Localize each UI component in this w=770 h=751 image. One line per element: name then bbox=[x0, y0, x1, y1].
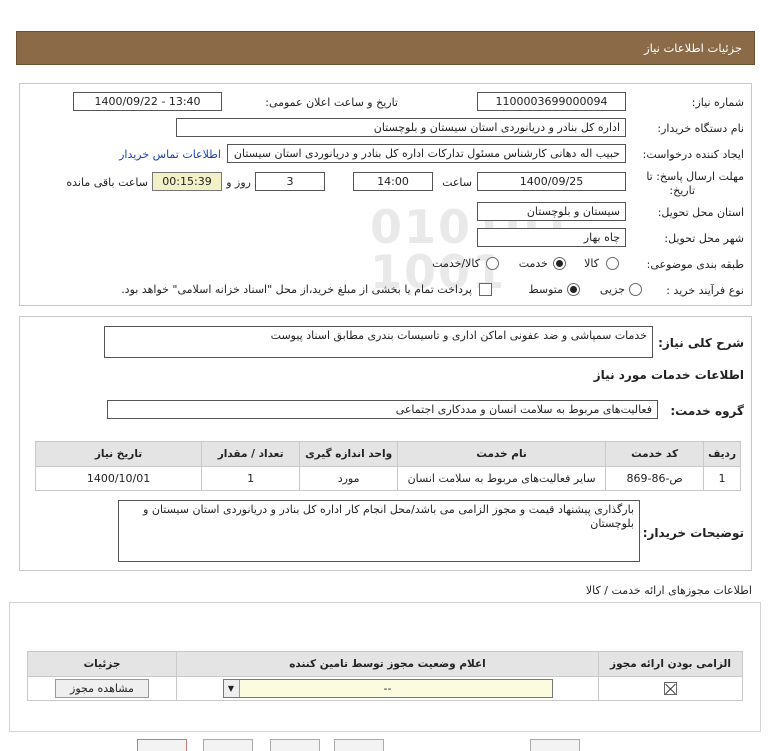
table-row: 1 ص-86-869 سایر فعالیت‌های مربوط به سلام… bbox=[34, 466, 741, 491]
process-label: نوع فرآیند خرید : bbox=[666, 284, 744, 297]
services-table-header: ردیف کد خدمت نام خدمت واحد اندازه گیری ت… bbox=[34, 441, 741, 467]
services-section-title: اطلاعات خدمات مورد نیاز bbox=[593, 368, 744, 382]
category-radio-goods[interactable] bbox=[606, 257, 619, 270]
city-label: شهر محل تحویل: bbox=[664, 232, 744, 245]
required-checkbox-icon bbox=[664, 682, 677, 696]
days-label: روز و bbox=[226, 176, 251, 189]
page-title: جزئیات اطلاعات نیاز bbox=[644, 41, 742, 55]
permits-table: الزامی بودن ارائه مجوز اعلام وضعیت مجوز … bbox=[27, 651, 743, 701]
cell-date: 1400/10/01 bbox=[34, 466, 203, 491]
category-option-goods: کالا bbox=[584, 257, 599, 270]
province-label: استان محل تحویل: bbox=[657, 206, 744, 219]
bottom-button-5[interactable] bbox=[530, 739, 580, 751]
cell-row: 1 bbox=[703, 466, 741, 491]
remaining-time-field: 00:15:39 bbox=[152, 172, 222, 191]
page-title-bar: جزئیات اطلاعات نیاز bbox=[16, 31, 755, 65]
process-option-minor: جزیی bbox=[599, 283, 625, 296]
buyer-org-field: اداره کل بنادر و دریانوردی استان سیستان … bbox=[176, 118, 626, 137]
need-number-label: شماره نیاز: bbox=[691, 96, 744, 109]
buyer-org-label: نام دستگاه خریدار: bbox=[657, 122, 744, 135]
process-radio-medium[interactable] bbox=[567, 283, 580, 296]
permit-status-value: -- bbox=[383, 682, 392, 695]
cell-details: مشاهده مجوز bbox=[27, 676, 177, 701]
cell-unit: مورد bbox=[299, 466, 399, 491]
announce-field: 1400/09/22 - 13:40 bbox=[73, 92, 222, 111]
category-radio-goods-service[interactable] bbox=[486, 257, 499, 270]
need-info-panel bbox=[19, 83, 752, 306]
permits-table-header: الزامی بودن ارائه مجوز اعلام وضعیت مجوز … bbox=[27, 651, 743, 677]
deadline-time-label: ساعت bbox=[442, 176, 472, 189]
bottom-button-2[interactable] bbox=[203, 739, 253, 751]
services-table: ردیف کد خدمت نام خدمت واحد اندازه گیری ت… bbox=[34, 441, 741, 491]
col-code: کد خدمت bbox=[605, 441, 705, 467]
permit-status-select[interactable]: ▼ -- bbox=[222, 679, 553, 698]
col-details: جزئیات bbox=[27, 651, 177, 677]
category-label: طبقه بندی موضوعی: bbox=[646, 258, 744, 271]
contact-buyer-link[interactable]: اطلاعات تماس خریدار bbox=[119, 148, 221, 161]
service-group-field: فعالیت‌های مربوط به سلامت انسان و مددکار… bbox=[107, 400, 658, 419]
service-group-label: گروه خدمت: bbox=[670, 404, 744, 418]
category-option-goods-service: کالا/خدمت bbox=[432, 257, 480, 270]
cell-name: سایر فعالیت‌های مربوط به سلامت انسان bbox=[397, 466, 607, 491]
deadline-label: مهلت ارسال پاسخ: تا bbox=[646, 170, 744, 183]
table-row: ▼ -- مشاهده مجوز bbox=[27, 676, 743, 701]
payment-note: پرداخت تمام یا بخشی از مبلغ خرید،از محل … bbox=[121, 283, 472, 296]
days-field: 3 bbox=[255, 172, 325, 191]
treasury-payment-checkbox[interactable] bbox=[479, 283, 492, 296]
deadline-date-field: 1400/09/25 bbox=[477, 172, 626, 191]
col-qty: تعداد / مقدار bbox=[201, 441, 301, 467]
bottom-button-3[interactable] bbox=[270, 739, 320, 751]
cell-code: ص-86-869 bbox=[605, 466, 705, 491]
description-field: خدمات سمپاشی و ضد عفونی اماکن اداری و تا… bbox=[104, 326, 653, 358]
description-label: شرح کلی نیاز: bbox=[658, 336, 744, 350]
category-option-service: خدمت bbox=[518, 257, 548, 270]
col-status: اعلام وضعیت مجوز توسط تامین کننده bbox=[176, 651, 599, 677]
deadline-label-date: تاریخ: bbox=[669, 184, 695, 197]
province-field: سیستان و بلوچستان bbox=[477, 202, 626, 221]
col-date: تاریخ نیاز bbox=[34, 441, 203, 467]
cell-required bbox=[598, 676, 743, 701]
deadline-time-field: 14:00 bbox=[353, 172, 433, 191]
col-name: نام خدمت bbox=[397, 441, 607, 467]
city-field: چاه بهار bbox=[477, 228, 626, 247]
col-required: الزامی بودن ارائه مجوز bbox=[598, 651, 743, 677]
buyer-notes-field: بارگذاری پیشنهاد قیمت و مجوز الزامی می ب… bbox=[118, 500, 640, 562]
process-option-medium: متوسط bbox=[528, 283, 563, 296]
bottom-button-1[interactable] bbox=[137, 739, 187, 751]
need-number-field: 1100003699000094 bbox=[477, 92, 626, 111]
buyer-notes-label: توضیحات خریدار: bbox=[642, 526, 744, 540]
view-permit-button[interactable]: مشاهده مجوز bbox=[55, 679, 149, 698]
chevron-down-icon[interactable]: ▼ bbox=[223, 680, 240, 697]
bottom-button-4[interactable] bbox=[334, 739, 384, 751]
col-row: ردیف bbox=[703, 441, 741, 467]
creator-field: حبیب اله دهانی کارشناس مسئول تدارکات ادا… bbox=[227, 144, 626, 163]
cell-status: ▼ -- bbox=[176, 676, 599, 701]
process-radio-minor[interactable] bbox=[629, 283, 642, 296]
category-radio-service[interactable] bbox=[553, 257, 566, 270]
cell-qty: 1 bbox=[201, 466, 301, 491]
remaining-label: ساعت باقی مانده bbox=[66, 176, 148, 189]
announce-label: تاریخ و ساعت اعلان عمومی: bbox=[265, 96, 398, 109]
creator-label: ایجاد کننده درخواست: bbox=[642, 148, 744, 161]
col-unit: واحد اندازه گیری bbox=[299, 441, 399, 467]
permits-section-title: اطلاعات مجوزهای ارائه خدمت / کالا bbox=[585, 584, 752, 597]
